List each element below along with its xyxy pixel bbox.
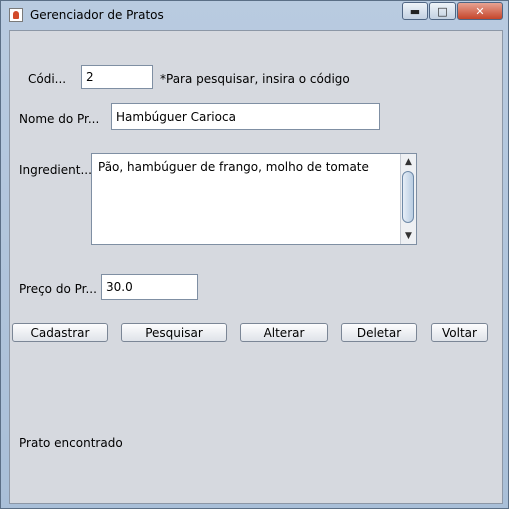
scroll-up-icon[interactable]: ▲ [403, 156, 414, 168]
codigo-label: Códi... [28, 72, 67, 86]
ingredientes-scrollbar[interactable]: ▲ ▼ [400, 154, 416, 244]
codigo-input[interactable]: 2 [81, 65, 153, 89]
preco-label: Preço do Pr... [19, 282, 97, 296]
scroll-thumb[interactable] [402, 171, 414, 223]
minimize-button[interactable]: ▬ [402, 2, 428, 20]
deletar-button[interactable]: Deletar [341, 323, 417, 342]
pesquisar-button[interactable]: Pesquisar [121, 323, 227, 342]
voltar-button[interactable]: Voltar [431, 323, 488, 342]
minimize-icon: ▬ [409, 4, 421, 18]
nome-label: Nome do Pr... [19, 112, 100, 126]
window-title: Gerenciador de Pratos [30, 8, 164, 22]
maximize-button[interactable]: □ [429, 2, 456, 20]
ingredientes-textarea[interactable]: Pão, hambúguer de frango, molho de tomat… [91, 153, 417, 245]
scroll-down-icon[interactable]: ▼ [403, 230, 414, 242]
ingredientes-text: Pão, hambúguer de frango, molho de tomat… [98, 160, 369, 174]
codigo-hint: *Para pesquisar, insira o código [160, 72, 350, 86]
form-panel: Códi... 2 *Para pesquisar, insira o códi… [9, 30, 503, 504]
title-bar[interactable]: Gerenciador de Pratos ▬ □ ✕ [1, 1, 508, 29]
app-window: Gerenciador de Pratos ▬ □ ✕ Códi... 2 *P… [0, 0, 509, 509]
cadastrar-button[interactable]: Cadastrar [12, 323, 108, 342]
maximize-icon: □ [437, 4, 448, 18]
java-icon [9, 8, 23, 22]
nome-input[interactable]: Hambúguer Carioca [111, 103, 380, 130]
close-button[interactable]: ✕ [457, 2, 503, 20]
preco-input[interactable]: 30.0 [101, 274, 198, 300]
close-icon: ✕ [475, 4, 485, 18]
status-message: Prato encontrado [19, 436, 123, 450]
ingredientes-label: Ingredient... [19, 163, 92, 177]
alterar-button[interactable]: Alterar [240, 323, 328, 342]
